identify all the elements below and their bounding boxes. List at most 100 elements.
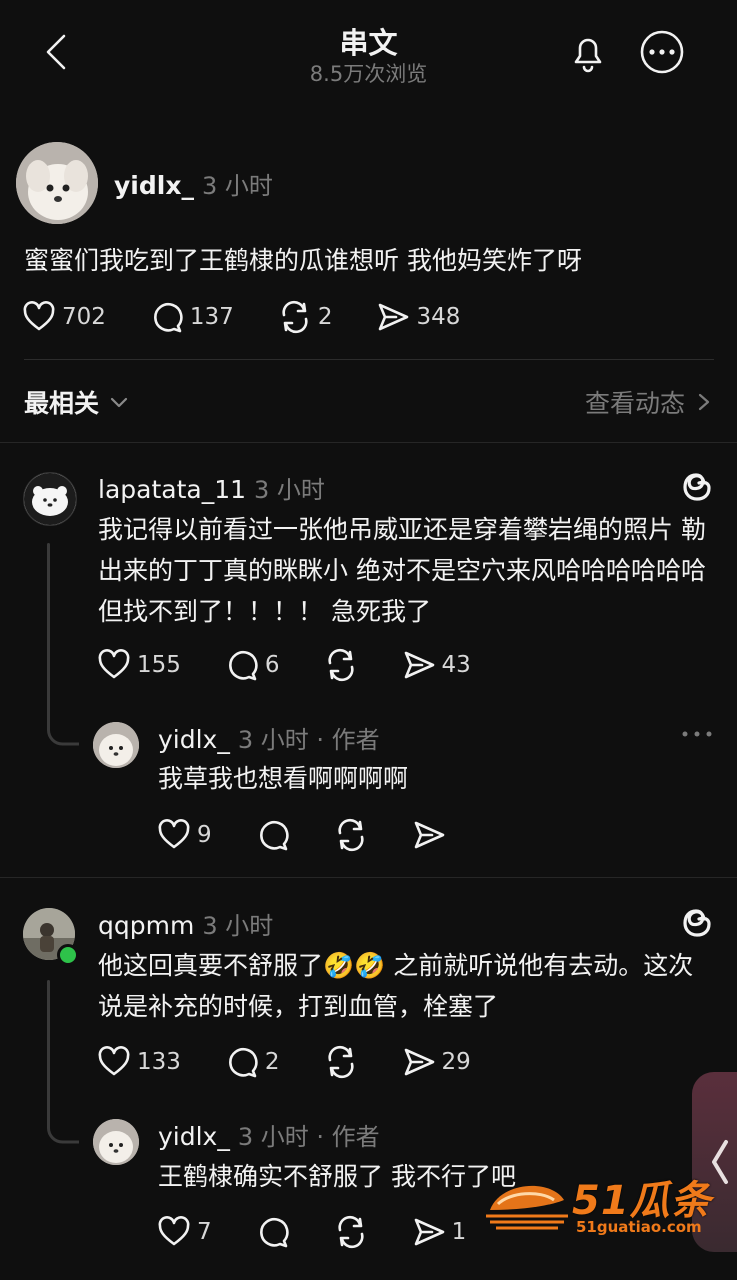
share-count: 1 <box>451 1219 467 1245</box>
laughing-emoji: 🤣🤣 <box>323 951 386 980</box>
reply-username[interactable]: qqpmm <box>98 911 194 940</box>
more-dots-icon <box>682 731 712 737</box>
sub-reply-avatar[interactable] <box>93 722 139 768</box>
chevron-right-icon <box>698 393 710 411</box>
repost-icon <box>327 1045 354 1079</box>
repost-button[interactable] <box>324 1045 358 1079</box>
like-button[interactable]: 7 <box>157 1215 212 1249</box>
post-actions: 702 137 2 348 <box>22 300 460 334</box>
share-button[interactable]: 348 <box>376 300 460 334</box>
send-icon <box>404 1048 434 1076</box>
sub-reply-actions: 7 1 <box>157 1215 466 1249</box>
view-count: 8.5万次浏览 <box>309 62 428 86</box>
send-icon <box>379 303 409 331</box>
bell-icon <box>574 38 602 73</box>
sub-reply-username[interactable]: yidlx_ <box>158 1122 230 1151</box>
thread-connector <box>47 980 50 1120</box>
watermark-url: 51guatiao.com <box>576 1218 702 1236</box>
comment-bubble-icon <box>228 1048 258 1078</box>
like-button[interactable]: 9 <box>157 818 212 852</box>
comment-button[interactable] <box>256 1215 290 1249</box>
section-divider <box>0 442 737 443</box>
reply-avatar[interactable] <box>23 908 79 966</box>
like-button[interactable]: 702 <box>22 300 106 334</box>
view-activity-link[interactable]: 查看动态 <box>585 384 715 420</box>
sort-dropdown[interactable]: 最相关 <box>24 384 131 420</box>
share-button[interactable]: 43 <box>402 648 471 682</box>
repost-button[interactable] <box>324 648 358 682</box>
repost-button[interactable] <box>334 1215 368 1249</box>
share-count: 43 <box>441 652 471 678</box>
online-status-dot <box>57 944 79 966</box>
thread-curve <box>47 716 79 746</box>
reply-username[interactable]: lapatata_11 <box>98 475 246 504</box>
share-count: 29 <box>441 1049 471 1075</box>
repost-icon <box>282 300 308 334</box>
like-count: 133 <box>137 1049 181 1075</box>
threads-logo-button[interactable] <box>678 466 716 506</box>
sub-reply-meta: 3 小时 · 作者 <box>237 726 380 754</box>
post-header: yidlx_ 3 小时 <box>114 166 273 201</box>
comment-count: 137 <box>189 304 234 330</box>
bear-avatar-image <box>24 473 76 525</box>
comment-count: 6 <box>264 652 280 678</box>
post-divider <box>24 359 714 360</box>
dog-avatar-image <box>93 722 139 768</box>
sub-reply-more-button[interactable] <box>680 724 714 744</box>
reply-text: 我记得以前看过一张他吊威亚还是穿着攀岩绳的照片 勒出来的丁丁真的眯眯小 绝对不是… <box>98 515 706 626</box>
share-button[interactable]: 1 <box>412 1215 467 1249</box>
share-count: 348 <box>416 304 461 330</box>
heart-icon <box>158 819 190 849</box>
dog-avatar-image <box>16 142 98 224</box>
watermark-logo-icon <box>486 1185 568 1230</box>
threads-logo-icon <box>683 909 711 937</box>
sub-reply-text: 我草我也想看啊啊啊啊 <box>158 764 409 793</box>
repost-button[interactable]: 2 <box>278 300 333 334</box>
reply-time: 3 小时 <box>202 912 274 940</box>
sort-label: 最相关 <box>24 389 100 418</box>
page-title: 串文 <box>339 26 398 60</box>
reply-divider <box>0 877 737 878</box>
more-circle-icon <box>640 30 684 74</box>
more-options-button[interactable] <box>638 28 686 76</box>
sub-reply-meta: 3 小时 · 作者 <box>237 1123 380 1151</box>
comment-button[interactable] <box>256 818 290 852</box>
comment-button[interactable]: 6 <box>225 648 280 682</box>
reply-actions: 155 6 43 <box>97 648 471 682</box>
post-username[interactable]: yidlx_ <box>114 171 194 200</box>
comment-bubble-icon <box>259 1218 289 1248</box>
comment-bubble-icon <box>228 651 258 681</box>
reply-text-part-a: 他这回真要不舒服了 <box>98 951 324 980</box>
reply-text: 他这回真要不舒服了🤣🤣 之前就听说他有去动。这次说是补充的时候，打到血管，栓塞了 <box>98 945 718 1027</box>
watermark: 51瓜条 51guatiao.com <box>480 1168 720 1238</box>
reply-avatar[interactable] <box>23 472 77 526</box>
heart-icon <box>158 1216 190 1246</box>
like-count: 9 <box>197 822 212 848</box>
repost-count: 2 <box>317 304 333 330</box>
like-button[interactable]: 133 <box>97 1045 181 1079</box>
comment-button[interactable]: 2 <box>225 1045 280 1079</box>
sub-reply-avatar[interactable] <box>93 1119 139 1165</box>
notification-button[interactable] <box>566 30 610 74</box>
chevron-down-icon <box>110 397 128 408</box>
comment-button[interactable]: 137 <box>150 300 234 334</box>
thread-connector <box>47 543 50 729</box>
like-count: 155 <box>137 652 181 678</box>
comment-bubble-icon <box>259 821 289 851</box>
threads-logo-button[interactable] <box>678 902 716 942</box>
share-button[interactable] <box>412 818 446 852</box>
post-time: 3 小时 <box>201 172 273 200</box>
thread-curve <box>47 1114 79 1144</box>
like-button[interactable]: 155 <box>97 648 181 682</box>
comment-bubble-icon <box>153 303 183 333</box>
repost-button[interactable] <box>334 818 368 852</box>
sub-reply-username[interactable]: yidlx_ <box>158 725 230 754</box>
send-icon <box>404 651 434 679</box>
reply-time: 3 小时 <box>254 476 325 504</box>
dog-avatar-image <box>93 1119 139 1165</box>
send-icon <box>414 1218 444 1246</box>
reply-header: qqpmm 3 小时 <box>98 906 273 941</box>
share-button[interactable]: 29 <box>402 1045 471 1079</box>
heart-icon <box>98 649 130 679</box>
post-author-avatar[interactable] <box>16 142 98 224</box>
